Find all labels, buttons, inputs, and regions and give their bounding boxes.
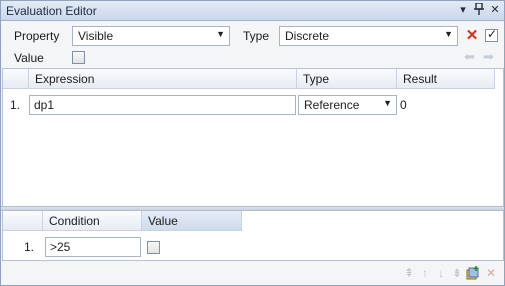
add-condition-icon[interactable]: [466, 266, 480, 280]
close-icon[interactable]: ✕: [488, 3, 502, 17]
row-index: 1.: [24, 240, 35, 254]
pin-glyph: [474, 2, 484, 15]
evaluation-editor-window: Evaluation Editor ▾ ✕ Property Visible ▼…: [0, 0, 505, 286]
value-checkbox[interactable]: [72, 51, 85, 64]
chevron-down-icon: ▼: [383, 98, 392, 108]
column-header-value[interactable]: Value: [142, 211, 242, 231]
property-label: Property: [14, 29, 60, 43]
result-value: 0: [400, 98, 407, 112]
title-bar: Evaluation Editor ▾ ✕: [1, 1, 504, 21]
expression-value: dp1: [34, 98, 55, 112]
property-value: Visible: [78, 29, 114, 43]
row-header-corner: [3, 211, 43, 231]
enable-checkbox[interactable]: [485, 27, 498, 42]
move-up-icon[interactable]: ↑: [418, 266, 432, 280]
add-condition-glyph: [466, 266, 479, 280]
arrow-right-icon[interactable]: ➡: [483, 49, 494, 65]
condition-value-checkbox[interactable]: [147, 241, 160, 254]
type-dropdown[interactable]: Discrete ▼: [279, 26, 458, 46]
expressions-grid: Expression Type Result 1. dp1 Reference …: [2, 68, 504, 207]
chevron-down-icon: ▼: [216, 29, 225, 39]
window-title: Evaluation Editor: [6, 4, 97, 18]
chevron-down-icon: ▼: [444, 29, 453, 39]
conditions-grid: Condition Value 1. >25: [2, 211, 504, 261]
column-header-condition[interactable]: Condition: [43, 211, 142, 231]
condition-input[interactable]: >25: [45, 237, 141, 257]
dropdown-icon[interactable]: ▾: [456, 3, 470, 17]
property-dropdown[interactable]: Visible ▼: [72, 26, 230, 46]
delete-condition-icon[interactable]: ✕: [484, 266, 498, 280]
expression-type-value: Reference: [304, 98, 360, 112]
column-header-type[interactable]: Type: [297, 69, 397, 89]
move-down-icon[interactable]: ↓: [434, 266, 448, 280]
pin-icon[interactable]: [472, 2, 486, 17]
type-value: Discrete: [285, 29, 330, 43]
type-label: Type: [243, 29, 270, 43]
value-label: Value: [14, 51, 44, 65]
row-index: 1.: [10, 98, 21, 112]
move-bottom-icon[interactable]: ⇟: [450, 266, 464, 280]
column-header-expression[interactable]: Expression: [29, 69, 297, 89]
row-header-corner: [3, 69, 29, 89]
move-top-icon[interactable]: ⇞: [402, 266, 416, 280]
column-header-result[interactable]: Result: [397, 69, 495, 89]
expression-input[interactable]: dp1: [29, 95, 296, 115]
remove-icon[interactable]: ✕: [465, 28, 479, 43]
expression-type-dropdown[interactable]: Reference ▼: [298, 95, 397, 115]
arrow-left-icon[interactable]: ⬅: [464, 49, 475, 65]
condition-value: >25: [50, 240, 71, 254]
